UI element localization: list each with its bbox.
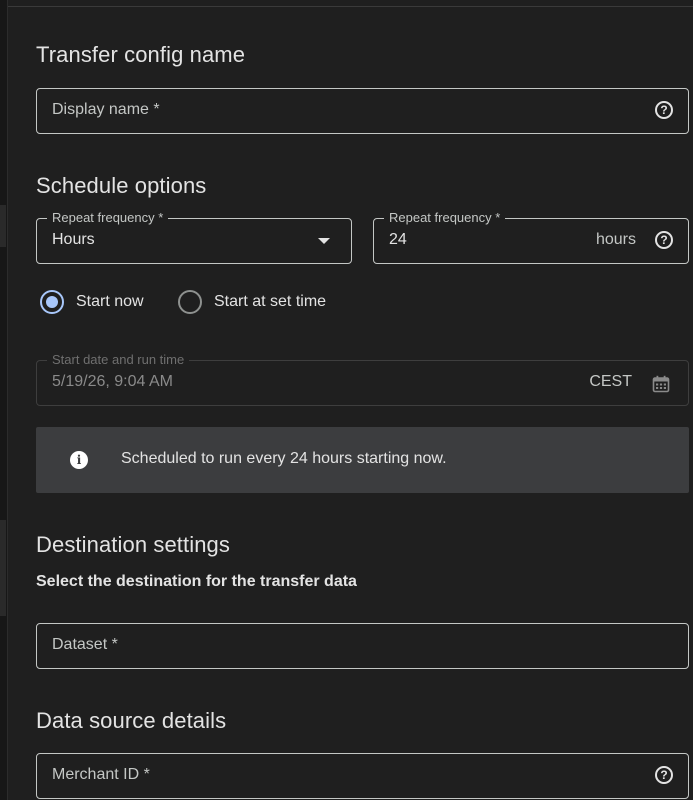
repeat-frequency-select[interactable]: Repeat frequency * Hours <box>36 210 352 264</box>
radio-unchecked-icon[interactable] <box>178 290 202 314</box>
merchant-id-placeholder: Merchant ID * <box>52 766 150 783</box>
radio-start-at-set-time-label: Start at set time <box>214 293 327 310</box>
left-panel-edge <box>0 0 8 800</box>
start-date-field: Start date and run time 5/19/26, 9:04 AM… <box>36 352 689 406</box>
arrow-drop-down-icon <box>318 238 330 244</box>
radio-checked-icon[interactable] <box>40 290 64 314</box>
destination-settings-heading: Destination settings <box>36 532 230 557</box>
start-date-value: 5/19/26, 9:04 AM <box>52 373 173 390</box>
help-circle-icon[interactable]: ? <box>655 766 673 784</box>
schedule-options-heading: Schedule options <box>36 173 207 198</box>
radio-start-at-set-time[interactable]: Start at set time <box>178 290 326 314</box>
display-name-placeholder: Display name * <box>52 101 160 118</box>
dataset-placeholder: Dataset * <box>52 636 118 653</box>
repeat-interval-input[interactable]: Repeat frequency * 24 hours ? <box>373 210 689 264</box>
left-panel-marker <box>0 205 6 247</box>
repeat-interval-suffix: hours <box>595 231 636 248</box>
repeat-interval-value: 24 <box>389 231 407 248</box>
display-name-field[interactable]: Display name * ? <box>36 88 689 134</box>
transfer-config-heading: Transfer config name <box>36 42 246 67</box>
dataset-field[interactable]: Dataset * <box>36 623 689 669</box>
destination-subheading: Select the destination for the transfer … <box>36 573 357 590</box>
timezone-label: CEST <box>589 373 632 390</box>
left-panel-marker <box>0 520 6 616</box>
data-source-details-heading: Data source details <box>36 708 227 733</box>
schedule-info-text: Scheduled to run every 24 hours starting… <box>121 450 447 467</box>
repeat-frequency-value: Hours <box>52 231 95 248</box>
help-circle-icon[interactable]: ? <box>655 231 673 249</box>
help-circle-icon[interactable]: ? <box>655 101 673 119</box>
radio-start-now[interactable]: Start now <box>40 290 144 314</box>
repeat-interval-label: Repeat frequency * <box>384 210 506 226</box>
schedule-info-banner: i Scheduled to run every 24 hours starti… <box>36 427 689 493</box>
start-date-label: Start date and run time <box>47 352 190 368</box>
top-divider <box>8 6 693 7</box>
repeat-frequency-label: Repeat frequency * <box>47 210 169 226</box>
merchant-id-field[interactable]: Merchant ID * ? <box>36 753 689 799</box>
calendar-icon <box>652 375 670 393</box>
info-icon: i <box>70 451 88 469</box>
radio-start-now-label: Start now <box>76 293 144 310</box>
